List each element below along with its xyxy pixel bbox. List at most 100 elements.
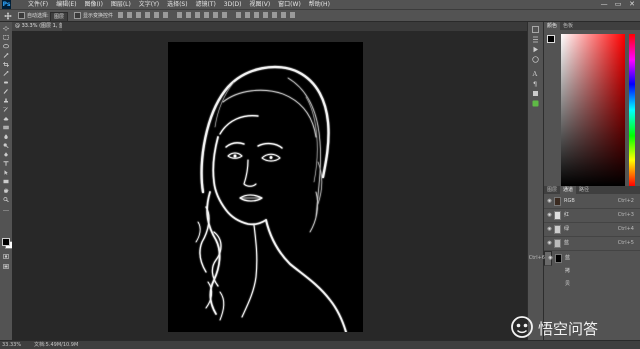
close-button[interactable]: ✕: [626, 0, 638, 9]
foreground-color-swatch[interactable]: [2, 238, 10, 246]
crop-tool-icon[interactable]: [3, 62, 9, 67]
adjustments-icon[interactable]: [532, 56, 539, 63]
eyedropper-tool-icon[interactable]: [3, 71, 9, 76]
marquee-tool-icon[interactable]: [3, 35, 9, 40]
3d-roll-icon[interactable]: [263, 12, 268, 18]
menu-filter[interactable]: 滤镜(T): [196, 1, 216, 8]
tab-paths[interactable]: 路径: [576, 186, 592, 194]
clone-stamp-tool-icon[interactable]: [3, 98, 9, 103]
options-bar: 自动选择: 图层 显示变换控件: [0, 9, 640, 22]
tab-channels[interactable]: 通道: [560, 186, 577, 194]
menu-view[interactable]: 视图(V): [249, 1, 270, 8]
3d-slide-icon[interactable]: [281, 12, 286, 18]
character-icon[interactable]: A: [532, 70, 539, 77]
healing-brush-tool-icon[interactable]: [3, 80, 9, 85]
tool-presets-icon[interactable]: [532, 90, 539, 97]
distribute-right-icon[interactable]: [222, 12, 227, 18]
align-right-icon[interactable]: [163, 12, 168, 18]
blur-tool-icon[interactable]: [3, 134, 9, 139]
menu-image[interactable]: 图像(I): [84, 1, 102, 8]
panel-foreground-swatch[interactable]: [547, 35, 555, 43]
menu-layer[interactable]: 图层(L): [111, 1, 131, 8]
eye-icon[interactable]: ◉: [546, 209, 553, 222]
align-bottom-icon[interactable]: [136, 12, 141, 18]
menu-3d[interactable]: 3D(D): [224, 1, 242, 8]
auto-select-option[interactable]: 自动选择:: [18, 12, 49, 20]
actions-icon[interactable]: [532, 46, 539, 53]
eye-icon[interactable]: ◉: [546, 223, 553, 236]
move-tool-icon[interactable]: [4, 12, 12, 20]
distribute-vcenter-icon[interactable]: [186, 12, 191, 18]
pen-tool-icon[interactable]: [3, 152, 9, 157]
menu-type[interactable]: 文字(Y): [139, 1, 159, 8]
document-info[interactable]: 文档:5.49M/10.9M: [34, 341, 78, 349]
eye-icon[interactable]: ◉: [547, 252, 554, 265]
menu-window[interactable]: 窗口(W): [278, 1, 301, 8]
channel-row-red[interactable]: ◉ 红 Ctrl+3: [544, 209, 640, 223]
auto-select-dropdown[interactable]: 图层: [50, 12, 69, 22]
tab-swatches[interactable]: 色板: [560, 22, 576, 30]
channel-row-rgb[interactable]: ◉ RGB Ctrl+2: [544, 195, 640, 209]
menu-file[interactable]: 文件(F): [28, 1, 48, 8]
align-top-icon[interactable]: [118, 12, 123, 18]
eraser-tool-icon[interactable]: [3, 116, 9, 121]
properties-icon[interactable]: [532, 36, 539, 43]
channel-thumbnail: [554, 211, 561, 220]
3d-scale-icon[interactable]: [290, 12, 295, 18]
menu-select[interactable]: 选择(S): [167, 1, 188, 8]
history-icon[interactable]: [532, 26, 539, 33]
align-hcenter-icon[interactable]: [154, 12, 159, 18]
eye-icon[interactable]: ◉: [546, 237, 553, 250]
distribute-hcenter-icon[interactable]: [213, 12, 218, 18]
show-transform-checkbox[interactable]: [74, 12, 81, 19]
panel-group: 颜色 色板 图层 通道 路径 ◉ RGB Ctrl+2 ◉ 红 Ctrl+3 ◉ 绿 Ctrl+4…: [529, 22, 640, 340]
type-tool-icon[interactable]: [3, 161, 9, 166]
distribute-bottom-icon[interactable]: [195, 12, 200, 18]
zoom-level[interactable]: 33.33%: [2, 341, 21, 349]
rectangle-tool-icon[interactable]: [3, 179, 9, 184]
auto-select-checkbox[interactable]: [18, 12, 25, 19]
3d-mode-icon[interactable]: [245, 12, 250, 18]
maximize-button[interactable]: ▭: [612, 0, 624, 9]
tab-layers[interactable]: 图层: [544, 186, 560, 194]
dodge-tool-icon[interactable]: [3, 143, 9, 148]
distribute-top-icon[interactable]: [177, 12, 182, 18]
document-tab[interactable]: @ 33.3% (图层 1, 蓝色/8): [12, 22, 62, 31]
menu-help[interactable]: 帮助(H): [309, 1, 330, 8]
quick-mask-icon[interactable]: [3, 254, 9, 259]
quick-select-tool-icon[interactable]: [3, 53, 9, 58]
channel-row-blue[interactable]: ◉ 蓝 Ctrl+5: [544, 237, 640, 251]
hue-slider[interactable]: [629, 34, 635, 186]
eye-icon[interactable]: ◉: [546, 195, 553, 208]
brush-tool-icon[interactable]: [3, 89, 9, 94]
color-picker-field[interactable]: [561, 34, 625, 186]
canvas-area[interactable]: [12, 31, 527, 340]
channel-row-blue-copy[interactable]: ◉ 蓝 拷贝 Ctrl+6: [529, 251, 570, 287]
tab-color[interactable]: 颜色: [544, 22, 561, 30]
menu-edit[interactable]: 编辑(E): [56, 1, 76, 8]
move-tool-icon[interactable]: [3, 26, 9, 31]
history-brush-tool-icon[interactable]: [3, 107, 9, 112]
minimize-button[interactable]: —: [598, 0, 610, 9]
channel-thumbnail: [554, 197, 561, 206]
gradient-tool-icon[interactable]: [3, 125, 9, 130]
document-canvas[interactable]: [168, 42, 363, 333]
paragraph-icon[interactable]: ¶: [532, 80, 539, 87]
more-tools-icon[interactable]: [3, 208, 9, 213]
screen-mode-icon[interactable]: [3, 264, 9, 269]
document-tab-bar: @ 33.3% (图层 1, 蓝色/8): [12, 22, 527, 31]
align-left-icon[interactable]: [145, 12, 150, 18]
show-transform-option[interactable]: 显示变换控件: [74, 12, 113, 20]
channel-row-green[interactable]: ◉ 绿 Ctrl+4: [544, 223, 640, 237]
hand-tool-icon[interactable]: [3, 188, 9, 193]
auto-align-icon[interactable]: [236, 12, 241, 18]
3d-pan-icon[interactable]: [272, 12, 277, 18]
zoom-tool-icon[interactable]: [3, 197, 9, 202]
path-selection-tool-icon[interactable]: [3, 170, 9, 175]
align-vcenter-icon[interactable]: [127, 12, 132, 18]
status-bar: 33.33% 文档:5.49M/10.9M: [0, 340, 640, 349]
libraries-icon[interactable]: [532, 100, 539, 107]
distribute-left-icon[interactable]: [204, 12, 209, 18]
3d-rotate-icon[interactable]: [254, 12, 259, 18]
lasso-tool-icon[interactable]: [3, 44, 9, 49]
